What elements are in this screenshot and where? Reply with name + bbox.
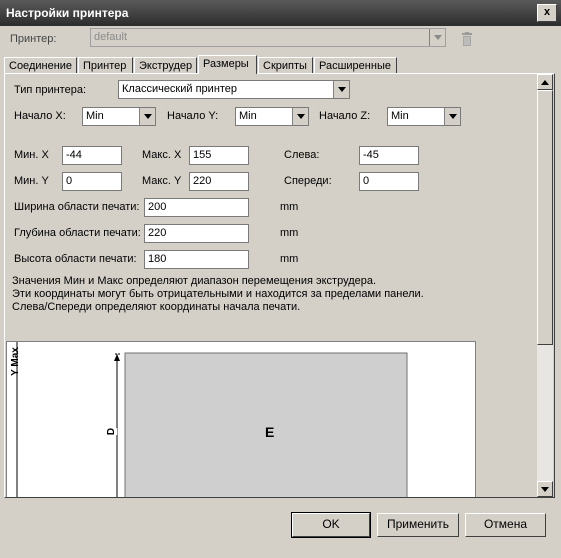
scroll-up-button[interactable] <box>537 74 553 90</box>
printer-select[interactable]: default <box>90 28 446 47</box>
left-label: Слева: <box>284 149 320 161</box>
scroll-thumb[interactable] <box>537 90 553 345</box>
home-y-select[interactable]: Min <box>235 107 309 126</box>
diagram-canvas <box>16 342 408 497</box>
depth-arrow-head <box>114 354 120 361</box>
chevron-down-icon <box>292 108 308 125</box>
title-bar: Настройки принтера x <box>0 0 561 26</box>
close-icon: x <box>543 6 551 18</box>
help-text-line-2: Эти координаты могут быть отрицательными… <box>12 288 424 300</box>
max-x-label: Макс. X <box>142 149 182 161</box>
help-text-line-3: Слева/Спереди определяют координаты нача… <box>12 301 301 313</box>
max-x-field[interactable]: 155 <box>189 146 249 165</box>
extent-label: E <box>265 424 275 440</box>
max-y-field[interactable]: 220 <box>189 172 249 191</box>
vertical-scrollbar[interactable] <box>537 74 553 497</box>
tab-printer[interactable]: Принтер <box>78 57 133 73</box>
min-y-field[interactable]: 0 <box>62 172 122 191</box>
tab-extruder[interactable]: Экструдер <box>134 57 197 73</box>
chevron-down-icon <box>444 108 460 125</box>
trash-icon[interactable] <box>460 32 474 47</box>
close-button[interactable]: x <box>537 4 557 22</box>
min-x-field[interactable]: -44 <box>62 146 122 165</box>
chevron-down-icon <box>139 108 155 125</box>
depth-label: D <box>106 427 118 436</box>
max-y-label: Макс. Y <box>142 175 182 187</box>
printer-label: Принтер: <box>10 33 57 45</box>
printer-type-select[interactable]: Классический принтер <box>118 80 350 99</box>
height-label: Высота области печати: <box>14 253 137 265</box>
help-text-line-1: Значения Мин и Макс определяют диапазон … <box>12 275 377 287</box>
home-z-label: Начало Z: <box>319 110 371 122</box>
min-y-label: Мин. Y <box>14 175 49 187</box>
window-title: Настройки принтера <box>6 6 129 20</box>
y-max-label: Y Max <box>9 347 21 376</box>
scroll-down-button[interactable] <box>537 481 553 497</box>
home-x-label: Начало X: <box>14 110 66 122</box>
depth-unit: mm <box>280 227 299 239</box>
tab-advanced[interactable]: Расширенные <box>314 57 397 73</box>
ok-button[interactable]: OK <box>291 512 371 538</box>
front-label: Спереди: <box>284 175 332 187</box>
tab-scripts[interactable]: Скрипты <box>258 57 313 73</box>
depth-label: Глубина области печати: <box>14 227 141 239</box>
chevron-down-icon <box>333 81 349 98</box>
apply-button[interactable]: Применить <box>377 513 459 537</box>
depth-field[interactable]: 220 <box>144 224 249 243</box>
printer-type-label: Тип принтера: <box>14 84 87 96</box>
tab-dimensions[interactable]: Размеры <box>198 55 257 74</box>
min-x-label: Мин. X <box>14 149 49 161</box>
print-area-diagram: Y Max D E <box>6 341 476 497</box>
left-field[interactable]: -45 <box>359 146 419 165</box>
home-z-select[interactable]: Min <box>387 107 461 126</box>
cancel-button[interactable]: Отмена <box>465 513 546 537</box>
home-y-label: Начало Y: <box>167 110 219 122</box>
tab-connection[interactable]: Соединение <box>4 57 77 73</box>
width-field[interactable]: 200 <box>144 198 249 217</box>
width-label: Ширина области печати: <box>14 201 140 213</box>
front-field[interactable]: 0 <box>359 172 419 191</box>
height-field[interactable]: 180 <box>144 250 249 269</box>
chevron-down-icon <box>429 29 445 46</box>
width-unit: mm <box>280 201 299 213</box>
height-unit: mm <box>280 253 299 265</box>
home-x-select[interactable]: Min <box>82 107 156 126</box>
